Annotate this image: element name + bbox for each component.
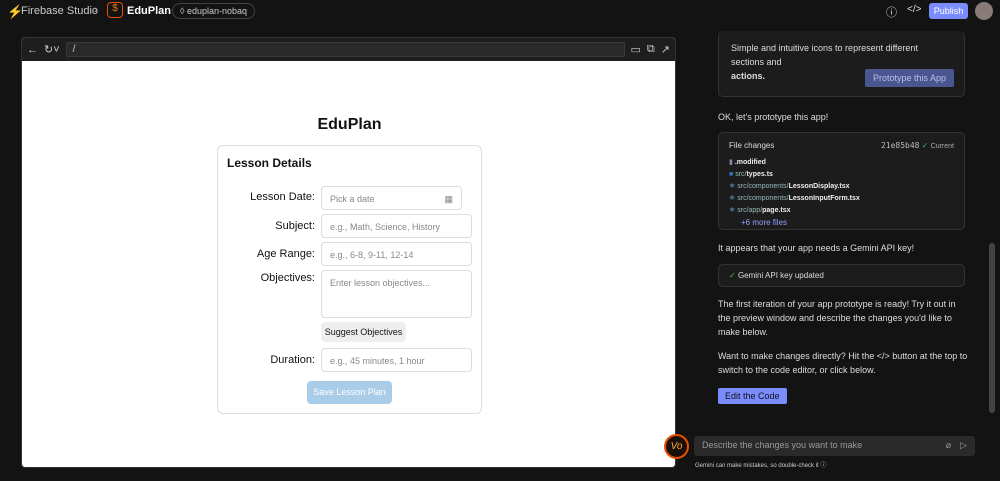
more-files-link[interactable]: +6 more files xyxy=(729,217,954,229)
file-item[interactable]: ⚛ src/app/page.tsx xyxy=(729,205,954,217)
app-name[interactable]: EduPlan xyxy=(127,5,171,17)
open-external-icon[interactable]: ↗ xyxy=(661,43,670,56)
send-icon[interactable]: ▷ xyxy=(960,440,967,451)
age-range-label: Age Range: xyxy=(256,248,315,260)
preview-frame: ← ↻˅ / ▭ ⧉ ↗ EduPlan Lesson Details Less… xyxy=(21,37,676,468)
duration-label: Duration: xyxy=(270,354,315,366)
api-status-text: Gemini API key updated xyxy=(737,271,824,280)
disclaimer: Gemini can make mistakes, so double-chec… xyxy=(695,460,826,469)
duration-input[interactable]: e.g., 45 minutes, 1 hour xyxy=(321,348,472,372)
lesson-form-card: Lesson Details Lesson Date: Pick a date ▦… xyxy=(217,145,482,414)
age-range-input[interactable]: e.g., 6-8, 9-11, 12-14 xyxy=(321,242,472,266)
file-item[interactable]: ⚛ src/components/LessonDisplay.tsx xyxy=(729,181,954,193)
app-icon: $ xyxy=(107,2,123,18)
api-key-status: ✓ Gemini API key updated xyxy=(718,264,965,287)
info-icon[interactable]: ⓘ xyxy=(820,463,826,469)
calendar-icon: ▦ xyxy=(444,194,453,204)
file-item[interactable]: ■ src/types.ts xyxy=(729,169,954,181)
chat-message: Want to make changes directly? Hit the <… xyxy=(718,351,968,375)
file-changes-card: File changes 21e85b48 ✓ Current ▮ .modif… xyxy=(718,132,965,230)
workspace-name: eduplan-nobaq xyxy=(186,6,248,16)
save-lesson-plan-button[interactable]: Save Lesson Plan xyxy=(307,381,392,404)
attach-icon[interactable]: ⌀ xyxy=(946,440,951,451)
prototype-app-button[interactable]: Prototype this App xyxy=(864,69,954,87)
date-placeholder: Pick a date xyxy=(330,194,375,204)
edit-code-button[interactable]: Edit the Code xyxy=(718,388,787,404)
workspace-badge[interactable]: ◊ eduplan-nobaq xyxy=(172,3,256,19)
check-icon: ✓ xyxy=(729,271,736,280)
chat-message: OK, let's prototype this app! xyxy=(718,112,829,122)
file-item[interactable]: ▮ .modified xyxy=(729,157,954,169)
brand-link[interactable]: Firebase Studio xyxy=(21,5,98,17)
prev-text: Simple and intuitive icons to represent … xyxy=(731,43,918,67)
top-bar: ⚡ Firebase Studio › $ EduPlan ◊ eduplan-… xyxy=(0,0,1000,22)
chat-message: The first iteration of your app prototyp… xyxy=(718,299,956,337)
copy-link-icon[interactable]: ⧉ xyxy=(647,43,655,56)
device-icon[interactable]: ▭ xyxy=(631,43,641,56)
previous-message-card: Simple and intuitive icons to represent … xyxy=(718,31,965,97)
chat-input-placeholder: Describe the changes you want to make xyxy=(702,440,863,450)
subject-input[interactable]: e.g., Math, Science, History xyxy=(321,214,472,238)
url-input[interactable]: / xyxy=(65,42,625,57)
lesson-date-picker[interactable]: Pick a date ▦ xyxy=(321,186,462,210)
browser-toolbar: ← ↻˅ / ▭ ⧉ ↗ xyxy=(22,38,675,61)
chat-message: It appears that your app needs a Gemini … xyxy=(718,243,915,253)
publish-button[interactable]: Publish xyxy=(929,3,968,19)
commit-status: Current xyxy=(930,143,954,150)
gemini-avatar-icon: Vo xyxy=(664,434,689,459)
card-title: Lesson Details xyxy=(227,156,312,170)
subject-label: Subject: xyxy=(275,220,315,232)
chat-input[interactable]: Describe the changes you want to make ⌀ ▷ xyxy=(694,436,975,456)
check-icon: ✓ xyxy=(921,141,929,150)
back-icon[interactable]: ← xyxy=(27,44,38,56)
app-preview: EduPlan Lesson Details Lesson Date: Pick… xyxy=(22,61,675,467)
objectives-textarea[interactable]: Enter lesson objectives... xyxy=(321,270,472,318)
chat-panel: Simple and intuitive icons to represent … xyxy=(705,31,985,437)
objectives-label: Objectives: xyxy=(260,272,315,284)
avatar[interactable] xyxy=(975,2,993,20)
suggest-objectives-button[interactable]: Suggest Objectives xyxy=(321,322,406,342)
code-icon[interactable]: </> xyxy=(907,4,921,15)
chat-scrollbar[interactable] xyxy=(989,43,997,413)
commit-hash: 21e85b48 xyxy=(880,141,920,150)
page-title: EduPlan xyxy=(317,116,382,133)
lesson-date-label: Lesson Date: xyxy=(250,191,315,203)
help-icon[interactable]: ⓘ xyxy=(886,4,897,20)
file-item[interactable]: ⚛ src/components/LessonInputForm.tsx xyxy=(729,193,954,205)
chevron-right-icon: › xyxy=(94,4,98,16)
reload-icon[interactable]: ↻˅ xyxy=(44,43,60,56)
disclaimer-text: Gemini can make mistakes, so double-chec… xyxy=(695,463,819,469)
